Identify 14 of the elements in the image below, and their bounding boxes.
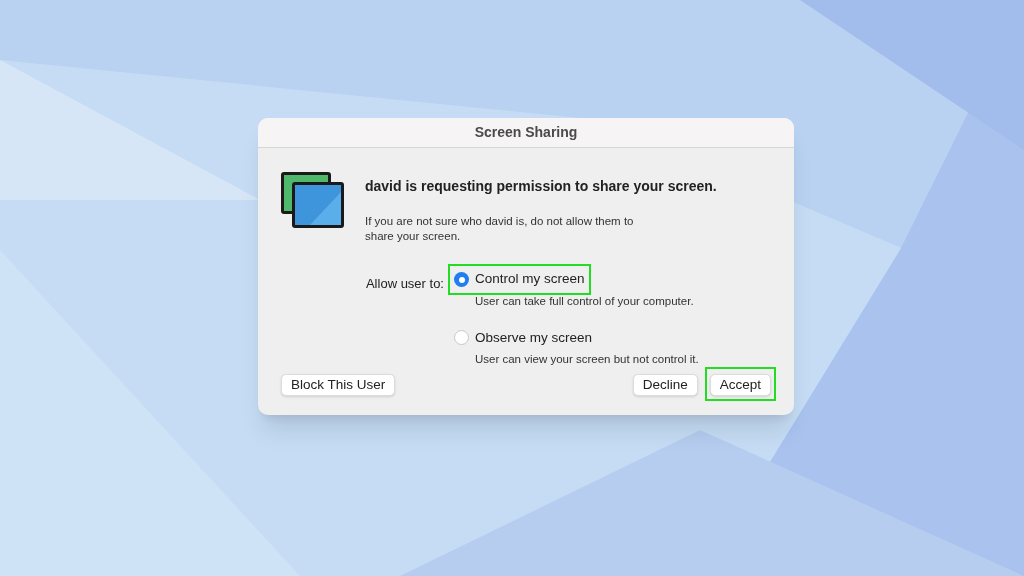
window-title: Screen Sharing	[474, 123, 578, 142]
screens-icon	[280, 170, 346, 230]
dialog-button[interactable]: Accept	[709, 373, 771, 396]
allow-label: Allow user to:	[365, 275, 444, 293]
radio-button[interactable]	[454, 272, 469, 287]
option-description: User can view your screen but not control it.	[474, 352, 699, 368]
radio-option[interactable]: Control my screen	[450, 266, 589, 293]
heading-text: david is requesting permission to share your screen.	[365, 177, 718, 196]
dialog-button[interactable]: Block This User	[281, 373, 396, 396]
dialog-button[interactable]: Decline	[632, 373, 698, 396]
radio-button[interactable]	[454, 330, 469, 346]
message-text: If you are not sure who david is, do not allow them to share your screen.	[365, 214, 635, 244]
option-description: User can take full control of your computer.	[474, 294, 695, 309]
radio-option[interactable]: Observe my screen	[450, 324, 597, 352]
